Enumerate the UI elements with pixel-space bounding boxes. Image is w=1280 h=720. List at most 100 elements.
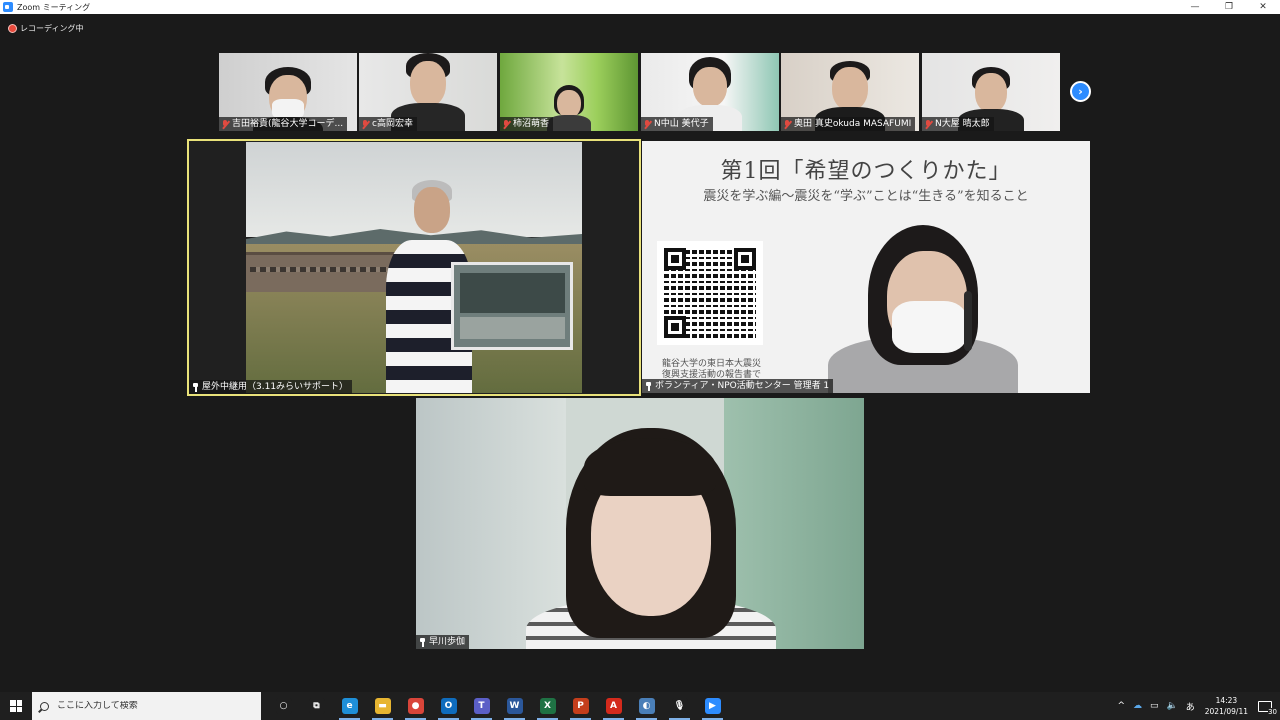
tray-chevron-icon[interactable]: ^ (1117, 701, 1125, 711)
participant-thumbnail[interactable]: 奥田 真史okuda MASAFUMI (781, 53, 919, 131)
participant-name: 奥田 真史okuda MASAFUMI (794, 119, 912, 129)
zoom-icon: ▶ (704, 698, 721, 714)
taskbar-app[interactable]: ▶ (696, 692, 729, 720)
pin-icon (191, 382, 199, 392)
participant-nameplate: ボランティア・NPO活動センター 管理者 1 (642, 379, 834, 393)
acrobat-icon: A (605, 698, 622, 714)
photo-board (451, 262, 573, 350)
participant-thumbnail[interactable]: c高岡宏幸 (359, 53, 497, 131)
taskbar-search[interactable] (32, 692, 261, 720)
recording-label: レコーディング中 (20, 24, 84, 33)
participant-nameplate: c高岡宏幸 (359, 117, 417, 131)
qr-code-icon (657, 241, 763, 345)
mic-muted-icon (221, 119, 229, 129)
maximize-button[interactable]: ❐ (1212, 0, 1246, 14)
window-title: Zoom ミーティング (17, 2, 91, 12)
taskbar-app[interactable]: e (333, 692, 366, 720)
word-icon: W (506, 698, 523, 714)
pin-icon (644, 381, 652, 391)
ime-indicator[interactable]: あ (1186, 700, 1195, 713)
video-tile-presentation[interactable]: 第1回「希望のつくりかた」 震災を学ぶ編～震災を“学ぶ”ことは“生きる”を知るこ… (642, 141, 1090, 393)
mic-muted-icon (361, 119, 369, 129)
participant-name: c高岡宏幸 (372, 119, 413, 129)
window-titlebar: Zoom ミーティング — ❐ ✕ (0, 0, 1280, 14)
participant-name: 柿沼萌香 (513, 119, 550, 129)
taskbar-app[interactable]: X (531, 692, 564, 720)
mic-muted-icon (924, 119, 932, 129)
paint-icon: ◐ (638, 698, 655, 714)
participant-nameplate: 奥田 真史okuda MASAFUMI (781, 117, 916, 131)
participant-name: N大屋 晴太郎 (935, 119, 990, 129)
chrome-icon: ● (407, 698, 424, 714)
zoom-meeting-screen: Zoom ミーティング — ❐ ✕ レコーディング中 吉田裕貴(龍谷大学コーデ.… (0, 0, 1280, 720)
notification-count: 30 (1268, 707, 1277, 716)
teams-icon: T (473, 698, 490, 714)
taskbar-apps: ○ ⧉ e ▬ ● O T W X P A ◐ 🎙 ▶ (267, 692, 729, 720)
slide-subtitle: 震災を学ぶ編～震災を“学ぶ”ことは“生きる”を知ること (703, 189, 1029, 204)
taskbar-app[interactable]: P (564, 692, 597, 720)
notification-icon[interactable]: 30 (1258, 700, 1277, 716)
taskbar-app[interactable]: ▬ (366, 692, 399, 720)
participant-thumbnail[interactable]: N大屋 晴太郎 (922, 53, 1060, 131)
onedrive-icon[interactable]: ☁ (1133, 701, 1142, 711)
start-button[interactable] (0, 692, 32, 720)
participant-nameplate: 早川歩伽 (416, 635, 470, 649)
participant-name: 早川歩伽 (429, 637, 466, 647)
participant-name: 屋外中継用（3.11みらいサポート） (202, 382, 349, 392)
face-mask (892, 301, 966, 353)
taskbar-app[interactable]: A (597, 692, 630, 720)
cortana-icon: ○ (275, 698, 292, 714)
file-explorer-icon: ▬ (374, 698, 391, 714)
slide-title: 第1回「希望のつくりかた」 (720, 159, 1012, 184)
participant-nameplate: N中山 美代子 (641, 117, 713, 131)
network-icon[interactable]: ▭ (1150, 701, 1159, 711)
taskbar-app[interactable]: ● (399, 692, 432, 720)
system-tray: ^ ☁ ▭ 🔈 あ 14:23 2021/09/11 30 (1113, 692, 1280, 720)
windows-logo-icon (10, 700, 22, 712)
participant-name: N中山 美代子 (654, 119, 709, 129)
taskbar-app[interactable]: W (498, 692, 531, 720)
participant-nameplate: 柿沼萌香 (500, 117, 554, 131)
taskbar-clock[interactable]: 14:23 2021/09/11 (1205, 695, 1248, 717)
outdoor-video (246, 142, 582, 393)
participant-name: 吉田裕貴(龍谷大学コーデ... (232, 119, 344, 129)
clock-time: 14:23 (1215, 696, 1238, 705)
taskbar-app[interactable]: ○ (267, 692, 300, 720)
search-input[interactable] (57, 701, 237, 711)
taskbar-app[interactable]: O (432, 692, 465, 720)
outlook-icon: O (440, 698, 457, 714)
participant-thumbnail[interactable]: 吉田裕貴(龍谷大学コーデ... (219, 53, 357, 131)
participant-name: ボランティア・NPO活動センター 管理者 1 (655, 381, 830, 391)
pin-icon (418, 637, 426, 647)
recording-indicator[interactable]: レコーディング中 (8, 23, 83, 34)
recording-icon (8, 24, 17, 33)
taskbar-app[interactable]: T (465, 692, 498, 720)
building (246, 252, 396, 292)
mic-muted-icon (643, 119, 651, 129)
windows-taskbar: ○ ⧉ e ▬ ● OTWXPA ◐ 🎙 ▶ ^ ☁ ▭ 🔈 あ 14:23 2021/09/1… (0, 692, 1280, 720)
mic-muted-icon (783, 119, 791, 129)
video-tile-outdoor[interactable]: 屋外中継用（3.11みらいサポート） (187, 139, 641, 396)
search-icon (40, 701, 49, 711)
task-view-icon: ⧉ (308, 698, 325, 714)
minimize-button[interactable]: — (1178, 0, 1212, 14)
volume-icon[interactable]: 🔈 (1167, 701, 1178, 711)
participant-nameplate: N大屋 晴太郎 (922, 117, 994, 131)
powerpoint-icon: P (572, 698, 589, 714)
participant-nameplate: 屋外中継用（3.11みらいサポート） (189, 380, 353, 394)
mic-muted-icon (502, 119, 510, 129)
headset (964, 291, 972, 351)
video-tile-hayakawa[interactable]: 早川歩伽 (416, 398, 864, 649)
clock-date: 2021/09/11 (1204, 707, 1248, 716)
excel-icon: X (539, 698, 556, 714)
slide-caption: 龍谷大学の東日本大震災 復興支援活動の報告書で (662, 359, 762, 380)
participant-thumbnail[interactable]: 柿沼萌香 (500, 53, 638, 131)
next-page-button[interactable]: › (1070, 81, 1091, 102)
taskbar-app[interactable]: ◐ (630, 692, 663, 720)
window-controls: — ❐ ✕ (1178, 0, 1280, 14)
participant-video (547, 85, 591, 131)
taskbar-app[interactable]: 🎙 (663, 692, 696, 720)
taskbar-app[interactable]: ⧉ (300, 692, 333, 720)
close-button[interactable]: ✕ (1246, 0, 1280, 14)
participant-thumbnail[interactable]: N中山 美代子 (641, 53, 779, 131)
